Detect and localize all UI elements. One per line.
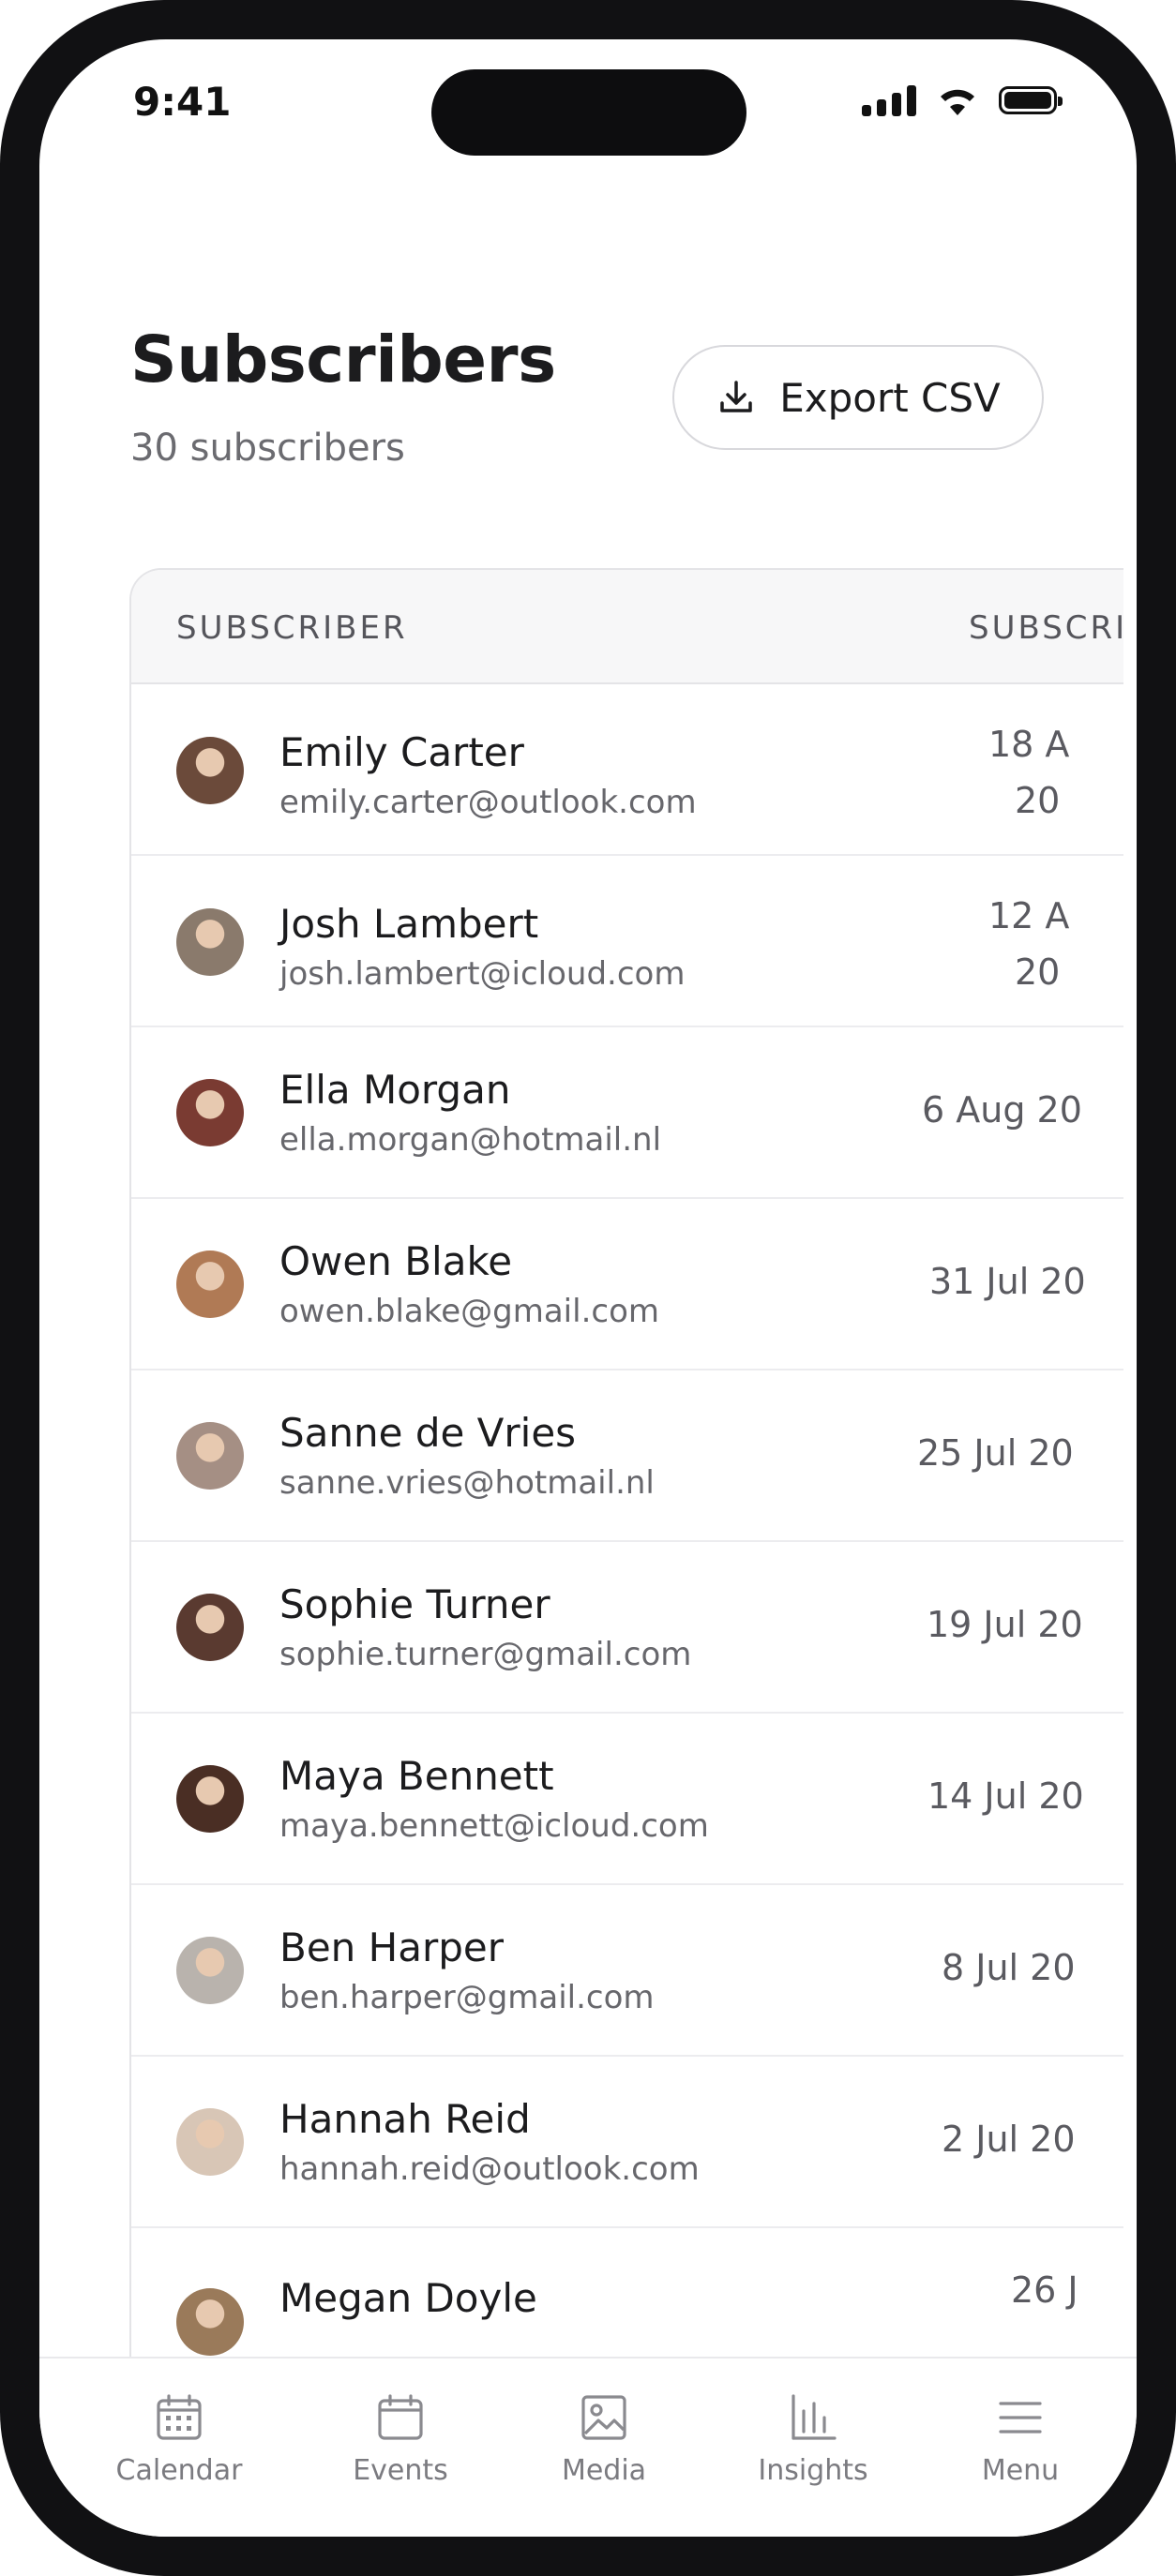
subscribed-date-year: 20 (1015, 780, 1061, 821)
subscribed-date: 8 Jul 20 (942, 1947, 1076, 1988)
subscriber-name: Ben Harper (279, 1925, 504, 1970)
avatar (176, 1765, 244, 1833)
subscribed-date: 12 A (988, 895, 1070, 936)
cellular-signal-icon (862, 84, 916, 116)
subscriber-email: sophie.turner@gmail.com (279, 1636, 692, 1673)
subscribed-date: 26 J (1011, 2269, 1078, 2311)
subscriber-email: ben.harper@gmail.com (279, 1979, 655, 2016)
subscribed-date-year: 20 (1015, 951, 1061, 993)
tab-menu[interactable]: Menu (927, 2392, 1114, 2487)
subscriber-name: Sophie Turner (279, 1581, 550, 1627)
dynamic-island (431, 69, 746, 156)
download-icon (720, 381, 752, 412)
subscribed-date: 6 Aug 20 (922, 1089, 1082, 1131)
menu-icon (999, 2402, 1042, 2434)
tab-events[interactable]: Events (307, 2392, 494, 2487)
subscriber-name: Ella Morgan (279, 1067, 511, 1113)
subscriber-email: hannah.reid@outlook.com (279, 2150, 700, 2188)
avatar (176, 1251, 244, 1318)
tab-insights[interactable]: Insights (719, 2392, 907, 2487)
subscriber-name: Emily Carter (279, 729, 524, 775)
calendar-icon (157, 2394, 202, 2440)
app-screen: 9:41 Subscribers 30 subscribers Export C… (39, 39, 1137, 2537)
tab-calendar[interactable]: Calendar (85, 2392, 273, 2487)
avatar (176, 2288, 244, 2356)
tab-label: Media (561, 2454, 647, 2487)
status-icons (862, 84, 1063, 116)
avatar (176, 1937, 244, 2004)
table-row[interactable]: Emily Carter emily.carter@outlook.com 18… (131, 684, 1123, 856)
table-row[interactable]: Ella Morgan ella.morgan@hotmail.nl 6 Aug… (131, 1027, 1123, 1199)
subscribed-date: 31 Jul 20 (929, 1261, 1086, 1302)
subscriber-email: owen.blake@gmail.com (279, 1293, 659, 1330)
insights-icon (792, 2394, 837, 2440)
column-header-subscribed[interactable]: SUBSCRIB (969, 609, 1123, 647)
subscriber-name: Owen Blake (279, 1238, 513, 1284)
status-time: 9:41 (133, 79, 232, 125)
subscribed-date: 25 Jul 20 (917, 1432, 1074, 1474)
table-row[interactable]: Owen Blake owen.blake@gmail.com 31 Jul 2… (131, 1199, 1123, 1370)
export-csv-label: Export CSV (779, 374, 1001, 421)
table-row[interactable]: Maya Bennett maya.bennett@icloud.com 14 … (131, 1714, 1123, 1885)
avatar (176, 1594, 244, 1661)
table-row[interactable]: Sophie Turner sophie.turner@gmail.com 19… (131, 1542, 1123, 1714)
subscribers-table: SUBSCRIBER SUBSCRIB Emily Carter emily.c… (129, 568, 1123, 2537)
subscribed-date: 2 Jul 20 (942, 2119, 1076, 2160)
subscribed-date: 14 Jul 20 (927, 1775, 1084, 1817)
subscriber-count: 30 subscribers (130, 427, 405, 470)
subscriber-name: Megan Doyle (279, 2275, 537, 2321)
subscriber-email: josh.lambert@icloud.com (279, 955, 686, 993)
subscriber-email: emily.carter@outlook.com (279, 784, 697, 821)
tab-label: Calendar (115, 2454, 243, 2487)
subscriber-name: Maya Bennett (279, 1753, 554, 1799)
table-row[interactable]: Ben Harper ben.harper@gmail.com 8 Jul 20 (131, 1885, 1123, 2057)
media-icon (581, 2395, 626, 2440)
avatar (176, 1422, 244, 1490)
subscriber-name: Hannah Reid (279, 2096, 531, 2142)
subscriber-name: Josh Lambert (279, 901, 539, 947)
table-row[interactable]: Josh Lambert josh.lambert@icloud.com 12 … (131, 856, 1123, 1027)
tab-label: Insights (758, 2454, 868, 2487)
avatar (176, 908, 244, 976)
page-title: Subscribers (130, 322, 556, 397)
export-csv-button[interactable]: Export CSV (672, 345, 1044, 450)
subscriber-email: maya.bennett@icloud.com (279, 1807, 709, 1845)
column-header-subscriber[interactable]: SUBSCRIBER (176, 609, 408, 647)
subscriber-email: sanne.vries@hotmail.nl (279, 1464, 655, 1502)
tab-label: Menu (981, 2454, 1060, 2487)
tab-media[interactable]: Media (510, 2392, 698, 2487)
table-row[interactable]: Hannah Reid hannah.reid@outlook.com 2 Ju… (131, 2057, 1123, 2228)
subscriber-name: Sanne de Vries (279, 1410, 577, 1456)
avatar (176, 737, 244, 804)
table-header: SUBSCRIBER SUBSCRIB (131, 570, 1123, 684)
subscriber-email: ella.morgan@hotmail.nl (279, 1121, 662, 1159)
tab-label: Events (353, 2454, 448, 2487)
subscribed-date: 19 Jul 20 (927, 1604, 1083, 1645)
battery-icon (999, 86, 1063, 114)
wifi-icon (941, 89, 974, 115)
subscribed-date: 18 A (988, 724, 1070, 765)
device-frame: 9:41 Subscribers 30 subscribers Export C… (0, 0, 1176, 2576)
table-row[interactable]: Sanne de Vries sanne.vries@hotmail.nl 25… (131, 1370, 1123, 1542)
avatar (176, 2108, 244, 2176)
events-icon (378, 2394, 423, 2440)
bottom-tab-bar: Calendar Events Media Insights Menu (39, 2357, 1137, 2537)
avatar (176, 1079, 244, 1146)
